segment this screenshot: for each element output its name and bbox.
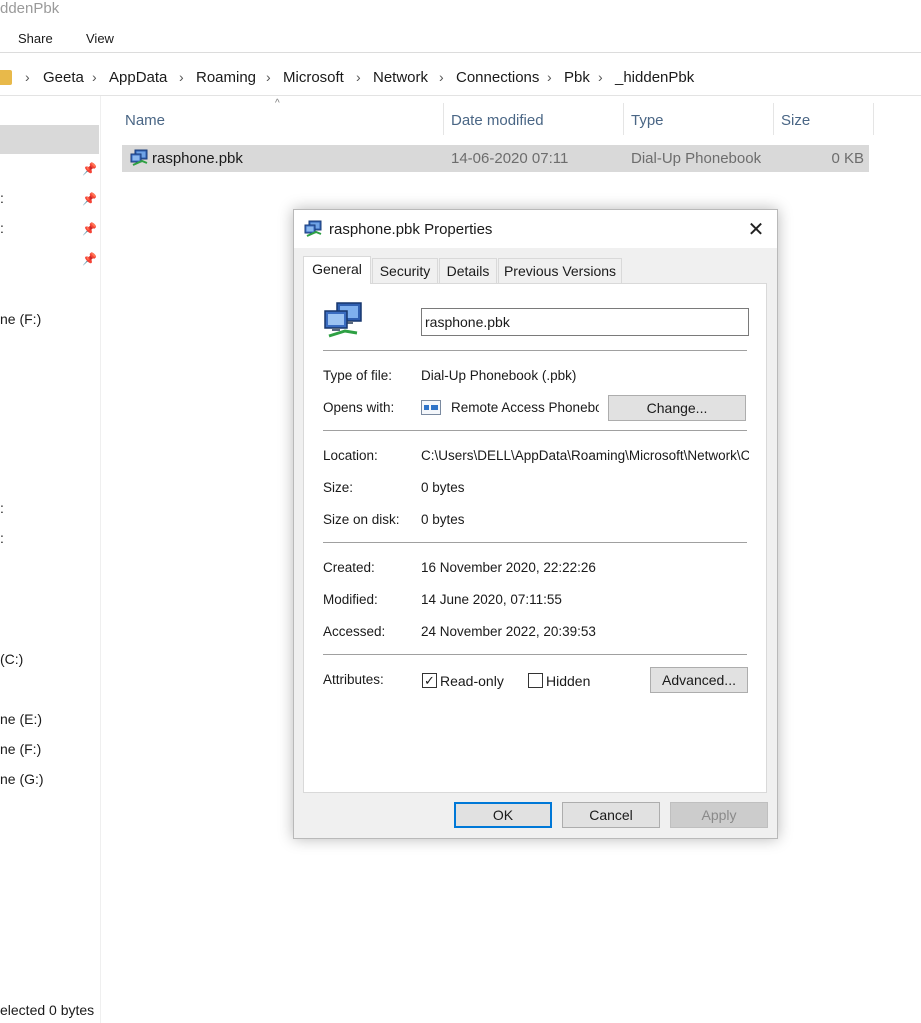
ok-button[interactable]: OK <box>454 802 552 828</box>
chevron-right-icon[interactable]: › <box>356 69 361 85</box>
breadcrumb-pbk[interactable]: Pbk <box>564 69 590 86</box>
dialog-title-bar[interactable]: rasphone.pbk Properties ✕ <box>294 210 777 248</box>
chevron-right-icon[interactable]: › <box>266 69 271 85</box>
nav-item[interactable]: : <box>0 500 4 516</box>
read-only-label[interactable]: Read-only <box>440 673 504 689</box>
tab-general[interactable]: General <box>303 256 371 284</box>
nav-item[interactable]: : <box>0 220 4 236</box>
nav-item-drive-f[interactable]: ne (F:) <box>0 741 41 757</box>
accessed-label: Accessed: <box>323 624 386 639</box>
size-label: Size: <box>323 480 354 495</box>
close-icon[interactable]: ✕ <box>738 216 774 244</box>
divider <box>323 654 747 655</box>
status-bar-text: elected 0 bytes <box>0 1002 95 1018</box>
chevron-right-icon[interactable]: › <box>179 69 184 85</box>
file-row[interactable]: rasphone.pbk 14-06-2020 07:11 Dial-Up Ph… <box>122 145 869 172</box>
nav-selected-item[interactable] <box>0 125 99 154</box>
pin-icon: 📌 <box>82 222 97 236</box>
location-label: Location: <box>323 448 378 463</box>
created-value: 16 November 2020, 22:22:26 <box>421 560 596 575</box>
column-header-date-modified[interactable]: Date modified <box>451 112 544 129</box>
modified-value: 14 June 2020, 07:11:55 <box>421 592 562 607</box>
breadcrumb-hiddenpbk[interactable]: _hiddenPbk <box>615 69 694 86</box>
network-computers-icon <box>324 302 362 338</box>
remote-access-app-icon <box>421 400 441 415</box>
cancel-button[interactable]: Cancel <box>562 802 660 828</box>
column-header-size[interactable]: Size <box>781 112 810 129</box>
ribbon-tab-share[interactable]: Share <box>18 31 53 46</box>
chevron-right-icon[interactable]: › <box>92 69 97 85</box>
tab-security[interactable]: Security <box>372 258 438 283</box>
general-tab-panel: Type of file: Dial-Up Phonebook (.pbk) O… <box>303 283 767 793</box>
nav-item[interactable]: : <box>0 190 4 206</box>
file-date-modified: 14-06-2020 07:11 <box>451 150 569 167</box>
attributes-label: Attributes: <box>323 672 384 687</box>
properties-dialog: rasphone.pbk Properties ✕ General Securi… <box>293 209 778 839</box>
apply-button[interactable]: Apply <box>670 802 768 828</box>
divider <box>323 430 747 431</box>
sort-ascending-icon: ^ <box>275 98 280 109</box>
accessed-value: 24 November 2022, 20:39:53 <box>421 624 596 639</box>
folder-icon <box>0 70 12 85</box>
dialog-title: rasphone.pbk Properties <box>329 221 493 238</box>
column-separator[interactable] <box>443 103 444 135</box>
nav-item-drive-g[interactable]: ne (G:) <box>0 771 44 787</box>
hidden-checkbox[interactable] <box>528 673 543 688</box>
ribbon-tab-view[interactable]: View <box>86 31 114 46</box>
breadcrumb-connections[interactable]: Connections <box>456 69 539 86</box>
divider <box>323 542 747 543</box>
tab-details[interactable]: Details <box>439 258 497 283</box>
change-button[interactable]: Change... <box>608 395 746 421</box>
read-only-checkbox[interactable]: ✓ <box>422 673 437 688</box>
ribbon-divider <box>0 52 921 53</box>
breadcrumb-roaming[interactable]: Roaming <box>196 69 256 86</box>
opens-with-value: Remote Access Phonebook <box>451 400 599 415</box>
nav-item[interactable]: : <box>0 530 4 546</box>
size-on-disk-label: Size on disk: <box>323 512 400 527</box>
chevron-right-icon[interactable]: › <box>547 69 552 85</box>
column-separator[interactable] <box>623 103 624 135</box>
file-type: Dial-Up Phonebook <box>631 150 762 167</box>
chevron-right-icon[interactable]: › <box>598 69 603 85</box>
location-value[interactable]: C:\Users\DELL\AppData\Roaming\Microsoft\… <box>421 448 749 463</box>
file-size: 0 KB <box>831 150 864 167</box>
column-header-name[interactable]: Name <box>125 112 165 129</box>
breadcrumb-geeta[interactable]: Geeta <box>43 69 84 86</box>
modified-label: Modified: <box>323 592 378 607</box>
breadcrumb-microsoft[interactable]: Microsoft <box>283 69 344 86</box>
nav-item-drive-e[interactable]: ne (E:) <box>0 711 42 727</box>
divider <box>323 350 747 351</box>
nav-item-drive-c[interactable]: (C:) <box>0 651 23 667</box>
hidden-label[interactable]: Hidden <box>546 673 590 689</box>
network-computers-icon <box>304 220 322 237</box>
type-of-file-value: Dial-Up Phonebook (.pbk) <box>421 368 577 383</box>
pin-icon: 📌 <box>82 252 97 266</box>
file-name-field[interactable] <box>421 308 749 336</box>
chevron-right-icon[interactable]: › <box>25 69 30 85</box>
column-separator[interactable] <box>873 103 874 135</box>
address-bar[interactable]: › Geeta › AppData › Roaming › Microsoft … <box>0 60 921 96</box>
nav-pane-divider[interactable] <box>100 96 101 1023</box>
tab-previous-versions[interactable]: Previous Versions <box>498 258 622 283</box>
window-title: ddenPbk <box>0 0 60 17</box>
column-header-type[interactable]: Type <box>631 112 664 129</box>
size-on-disk-value: 0 bytes <box>421 512 465 527</box>
size-value: 0 bytes <box>421 480 465 495</box>
advanced-button[interactable]: Advanced... <box>650 667 748 693</box>
created-label: Created: <box>323 560 375 575</box>
breadcrumb-network[interactable]: Network <box>373 69 428 86</box>
pin-icon: 📌 <box>82 192 97 206</box>
pin-icon: 📌 <box>82 162 97 176</box>
type-of-file-label: Type of file: <box>323 368 393 383</box>
file-name: rasphone.pbk <box>152 150 243 167</box>
opens-with-label: Opens with: <box>323 400 395 415</box>
breadcrumb-appdata[interactable]: AppData <box>109 69 167 86</box>
nav-item-drive-f[interactable]: ne (F:) <box>0 311 41 327</box>
column-separator[interactable] <box>773 103 774 135</box>
network-computers-icon <box>130 149 148 166</box>
chevron-right-icon[interactable]: › <box>439 69 444 85</box>
